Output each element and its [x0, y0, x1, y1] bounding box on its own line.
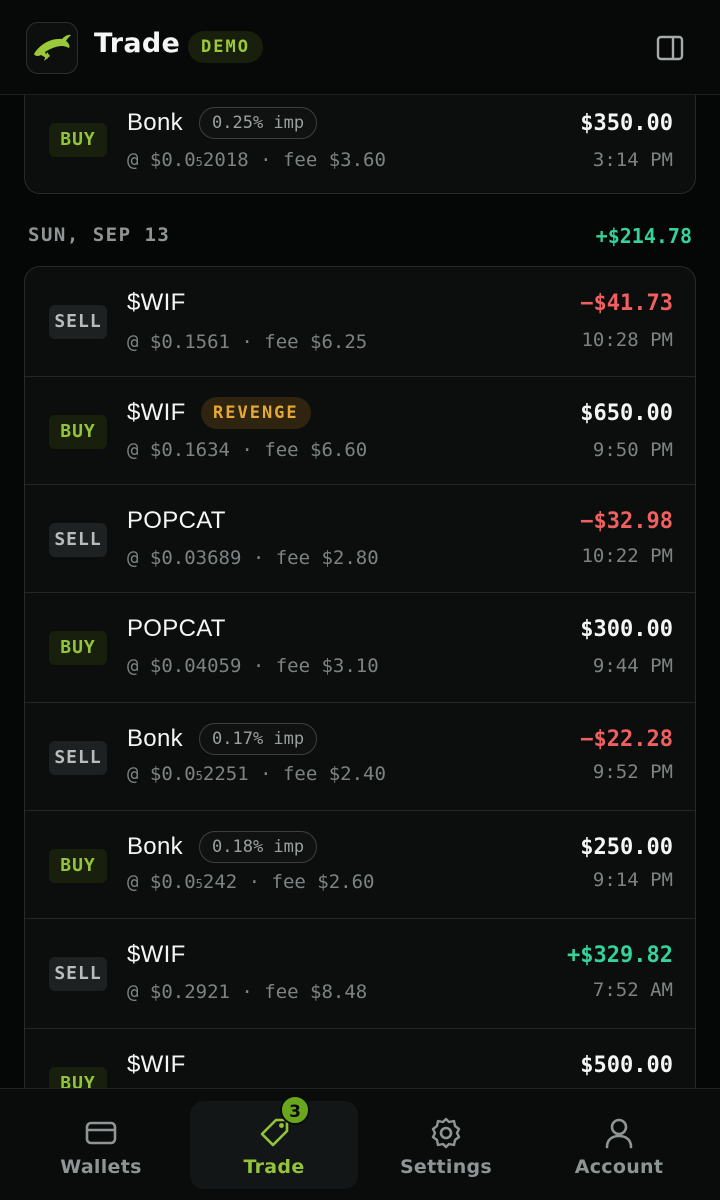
dolphin-icon: [34, 34, 71, 61]
trade-time: 9:50 PM: [592, 439, 673, 461]
trade-time: 9:52 PM: [592, 761, 673, 783]
trade-amount: $500.00: [580, 1053, 673, 1078]
token-name: Bonk: [127, 109, 183, 136]
trade-row[interactable]: SELL POPCAT @ $0.03689 · fee $2.80 −$32.…: [25, 485, 695, 593]
token-name: $WIF: [127, 289, 186, 316]
side-badge-buy: BUY: [49, 123, 107, 157]
nav-label: Trade: [243, 1156, 305, 1178]
trade-time: 3:14 PM: [592, 149, 673, 171]
impact-tag: 0.18% imp: [199, 831, 318, 863]
token-name: Bonk: [127, 725, 183, 752]
nav-item-wallets[interactable]: Wallets: [17, 1101, 185, 1189]
trade-amount: −$22.28: [580, 727, 673, 752]
trade-amount: −$32.98: [580, 509, 673, 534]
day-header: SUN, SEP 13 +$214.78: [28, 224, 692, 252]
trade-amount: $650.00: [580, 401, 673, 426]
revenge-tag: REVENGE: [201, 397, 311, 429]
sidebar-toggle-button[interactable]: [652, 30, 688, 66]
side-badge-buy: BUY: [49, 415, 107, 449]
trade-price-fee: @ $0.052018 · fee $3.60: [127, 149, 386, 171]
trade-row[interactable]: BUY POPCAT @ $0.04059 · fee $3.10 $300.0…: [25, 593, 695, 703]
day-total-pnl: +$214.78: [595, 224, 692, 248]
app-header: Trade DEMO: [0, 0, 720, 95]
wallet-icon: [85, 1121, 117, 1145]
trade-row[interactable]: SELL $WIF @ $0.2921 · fee $8.48 +$329.82…: [25, 919, 695, 1029]
token-name: POPCAT: [127, 507, 226, 534]
token-name: $WIF: [127, 1051, 186, 1078]
trade-count-badge: 3: [280, 1095, 310, 1125]
trade-card-day: SELL $WIF @ $0.1561 · fee $6.25 −$41.73 …: [24, 266, 696, 1088]
nav-item-trade[interactable]: 3 Trade: [190, 1095, 358, 1189]
trade-row[interactable]: SELL $WIF @ $0.1561 · fee $6.25 −$41.73 …: [25, 267, 695, 377]
trade-row[interactable]: BUY $WIF REVENGE @ $0.1634 · fee $6.60 $…: [25, 377, 695, 485]
impact-tag: 0.25% imp: [199, 107, 318, 139]
trade-row[interactable]: BUY Bonk 0.18% imp @ $0.05242 · fee $2.6…: [25, 811, 695, 919]
trade-amount: +$329.82: [567, 943, 673, 968]
trade-price-fee: @ $0.05242 · fee $2.60: [127, 871, 375, 893]
trade-time: 10:22 PM: [581, 545, 673, 567]
trade-price-fee: @ $0.04059 · fee $3.10: [127, 655, 379, 677]
day-label: SUN, SEP 13: [28, 224, 171, 246]
trade-price-fee: @ $0.03689 · fee $2.80: [127, 547, 379, 569]
nav-label: Account: [574, 1156, 664, 1178]
nav-item-account[interactable]: Account: [535, 1101, 703, 1189]
trade-price-fee: @ $0.2921 · fee $8.48: [127, 981, 368, 1003]
token-name: POPCAT: [127, 615, 226, 642]
trade-price-fee: @ $0.1561 · fee $6.25: [127, 331, 368, 353]
nav-label: Settings: [399, 1156, 493, 1178]
side-badge-buy: BUY: [49, 631, 107, 665]
side-badge-sell: SELL: [49, 523, 107, 557]
sidebar-panel-icon: [656, 35, 684, 61]
trade-history-list[interactable]: BUY Bonk 0.25% imp @ $0.052018 · fee $3.…: [0, 0, 720, 1088]
trade-price-fee: @ $0.1634 · fee $6.60: [127, 439, 368, 461]
gear-icon: [431, 1117, 461, 1149]
nav-label: Wallets: [60, 1156, 142, 1178]
app-logo[interactable]: [26, 22, 78, 74]
token-name: $WIF: [127, 941, 186, 968]
page-title: Trade: [94, 28, 181, 59]
app-root: BUY Bonk 0.25% imp @ $0.052018 · fee $3.…: [0, 0, 720, 1200]
trade-amount: $250.00: [580, 835, 673, 860]
trade-row[interactable]: SELL Bonk 0.17% imp @ $0.052251 · fee $2…: [25, 703, 695, 811]
trade-time: 7:52 AM: [592, 979, 673, 1001]
trade-amount: $350.00: [580, 111, 673, 136]
trade-time: 9:14 PM: [592, 869, 673, 891]
side-badge-sell: SELL: [49, 957, 107, 991]
side-badge-sell: SELL: [49, 305, 107, 339]
trade-time: 9:44 PM: [592, 655, 673, 677]
nav-item-settings[interactable]: Settings: [362, 1101, 530, 1189]
demo-badge: DEMO: [188, 31, 263, 63]
trade-time: 10:28 PM: [581, 329, 673, 351]
trade-amount: −$41.73: [580, 291, 673, 316]
impact-tag: 0.17% imp: [199, 723, 318, 755]
bottom-navigation: Wallets 3 Trade Settings Account: [0, 1088, 720, 1200]
trade-row[interactable]: BUY $WIF $500.00: [25, 1029, 695, 1088]
side-badge-buy: BUY: [49, 1067, 107, 1088]
token-name: Bonk: [127, 833, 183, 860]
trade-price-fee: @ $0.052251 · fee $2.40: [127, 763, 386, 785]
side-badge-sell: SELL: [49, 741, 107, 775]
user-icon: [605, 1118, 633, 1149]
token-name: $WIF: [127, 399, 186, 426]
side-badge-buy: BUY: [49, 849, 107, 883]
trade-amount: $300.00: [580, 617, 673, 642]
